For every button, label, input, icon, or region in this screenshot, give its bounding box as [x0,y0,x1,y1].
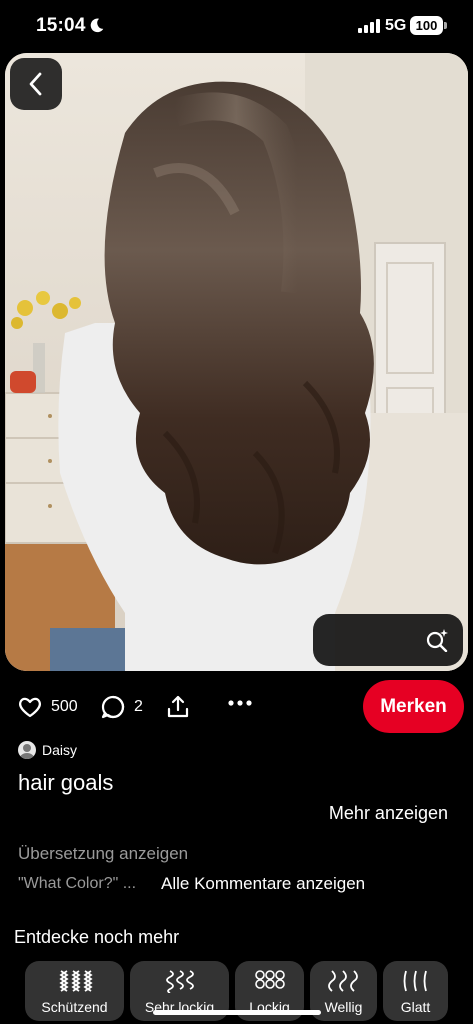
comment-count: 2 [134,698,143,715]
home-indicator[interactable] [153,1010,321,1015]
chip-glatt[interactable]: Glatt [383,961,448,1021]
show-translation-link[interactable]: Übersetzung anzeigen [18,844,188,864]
chip-schuetzend[interactable]: Schützend [25,961,124,1021]
visual-search-icon [426,629,448,652]
battery-indicator: 100 [410,16,443,35]
comment-button[interactable]: 2 [100,694,143,720]
save-button[interactable]: Merken [363,680,464,733]
share-icon [167,695,189,718]
author-name[interactable]: Daisy [42,742,77,758]
straight-hair-icon [403,970,427,992]
moon-icon [90,18,104,33]
author[interactable]: Daisy [18,741,77,759]
chip-label: Glatt [400,999,431,1015]
avatar[interactable] [18,741,36,759]
pin-image[interactable] [5,53,468,671]
like-button[interactable]: 500 [17,694,78,720]
pin-title: hair goals [18,770,114,795]
hair-photo [5,53,468,671]
braid-icon [58,970,93,992]
status-time: 15:04 [36,15,86,36]
signal-icon [358,19,380,33]
action-row: 500 2 Merken [0,680,473,734]
back-arrow-icon [29,72,42,96]
all-comments-link[interactable]: Alle Kommentare anzeigen [161,874,365,894]
battery-tip [444,22,447,29]
share-button[interactable] [165,694,191,720]
coily-hair-icon [165,970,194,993]
show-more-link[interactable]: Mehr anzeigen [329,803,448,824]
curly-hair-icon [254,970,285,989]
network-type: 5G [385,17,407,34]
more-options-button[interactable] [227,698,253,708]
chip-label: Schützend [41,999,108,1015]
discover-title: Entdecke noch mehr [14,927,180,947]
comment-preview: "What Color?" ... [18,875,137,892]
like-count: 500 [51,698,78,715]
back-button[interactable] [10,58,62,110]
wavy-hair-icon [327,970,358,992]
heart-icon [19,697,41,718]
comment-icon [101,695,125,719]
status-bar: 15:04 5G 100 [0,0,473,52]
more-icon [228,700,252,706]
visual-search-button[interactable] [313,614,463,666]
